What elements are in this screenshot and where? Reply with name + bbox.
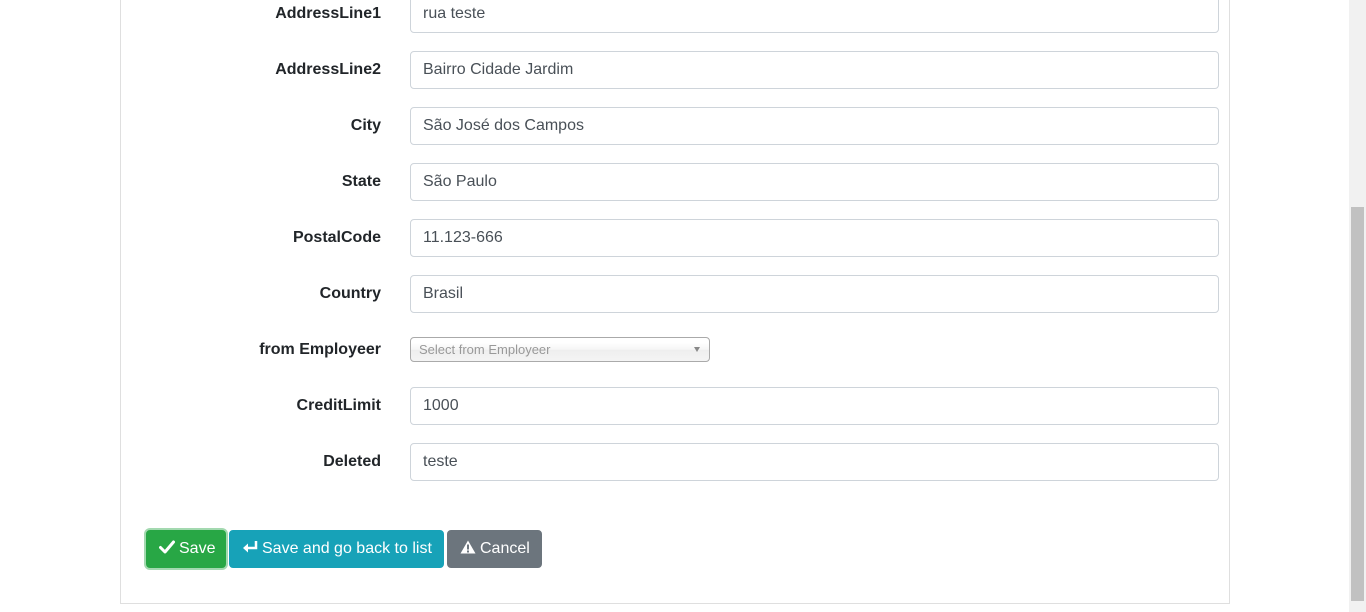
deleted-label: Deleted — [323, 453, 381, 470]
deleted-input[interactable] — [410, 443, 1219, 481]
save-and-go-back-button-label: Save and go back to list — [262, 540, 432, 557]
state-input[interactable] — [410, 163, 1219, 201]
city-label: City — [350, 117, 381, 134]
save-button-label: Save — [179, 540, 216, 557]
cancel-button[interactable]: Cancel — [447, 530, 542, 568]
page-scrollbar[interactable] — [1349, 0, 1366, 612]
employeer-select-placeholder: Select from Employeer — [419, 342, 551, 357]
state-label: State — [341, 173, 381, 190]
form-row-country: Country — [121, 275, 1229, 313]
form-row-state: State — [121, 163, 1229, 201]
country-input[interactable] — [410, 275, 1219, 313]
form-row-addressline1: AddressLine1 — [121, 0, 1229, 33]
cancel-button-label: Cancel — [480, 540, 530, 557]
country-label: Country — [319, 285, 381, 302]
postalcode-label: PostalCode — [292, 229, 381, 246]
form-row-addressline2: AddressLine2 — [121, 51, 1229, 89]
addressline2-input[interactable] — [410, 51, 1219, 89]
dropdown-arrow-icon — [694, 347, 700, 352]
return-arrow-icon — [243, 540, 258, 553]
creditlimit-input[interactable] — [410, 387, 1219, 425]
check-icon — [159, 540, 175, 554]
edit-form-card: AddressLine1 AddressLine2 City State Pos… — [120, 0, 1230, 604]
scrollbar-thumb[interactable] — [1351, 207, 1364, 601]
postalcode-input[interactable] — [410, 219, 1219, 257]
addressline2-label: AddressLine2 — [275, 61, 381, 78]
employeer-label: from Employeer — [259, 341, 381, 358]
save-button[interactable]: Save — [146, 530, 226, 568]
form-row-city: City — [121, 107, 1229, 145]
form-row-deleted: Deleted — [121, 443, 1229, 481]
save-and-go-back-button[interactable]: Save and go back to list — [229, 530, 444, 568]
form-row-employeer: from Employeer Select from Employeer — [121, 331, 1229, 369]
creditlimit-label: CreditLimit — [296, 397, 381, 414]
warning-icon — [460, 540, 476, 554]
form-row-creditlimit: CreditLimit — [121, 387, 1229, 425]
employeer-select[interactable]: Select from Employeer — [410, 337, 710, 362]
addressline1-label: AddressLine1 — [275, 5, 381, 22]
page: AddressLine1 AddressLine2 City State Pos… — [0, 0, 1366, 612]
addressline1-input[interactable] — [410, 0, 1219, 33]
form-row-postalcode: PostalCode — [121, 219, 1229, 257]
city-input[interactable] — [410, 107, 1219, 145]
